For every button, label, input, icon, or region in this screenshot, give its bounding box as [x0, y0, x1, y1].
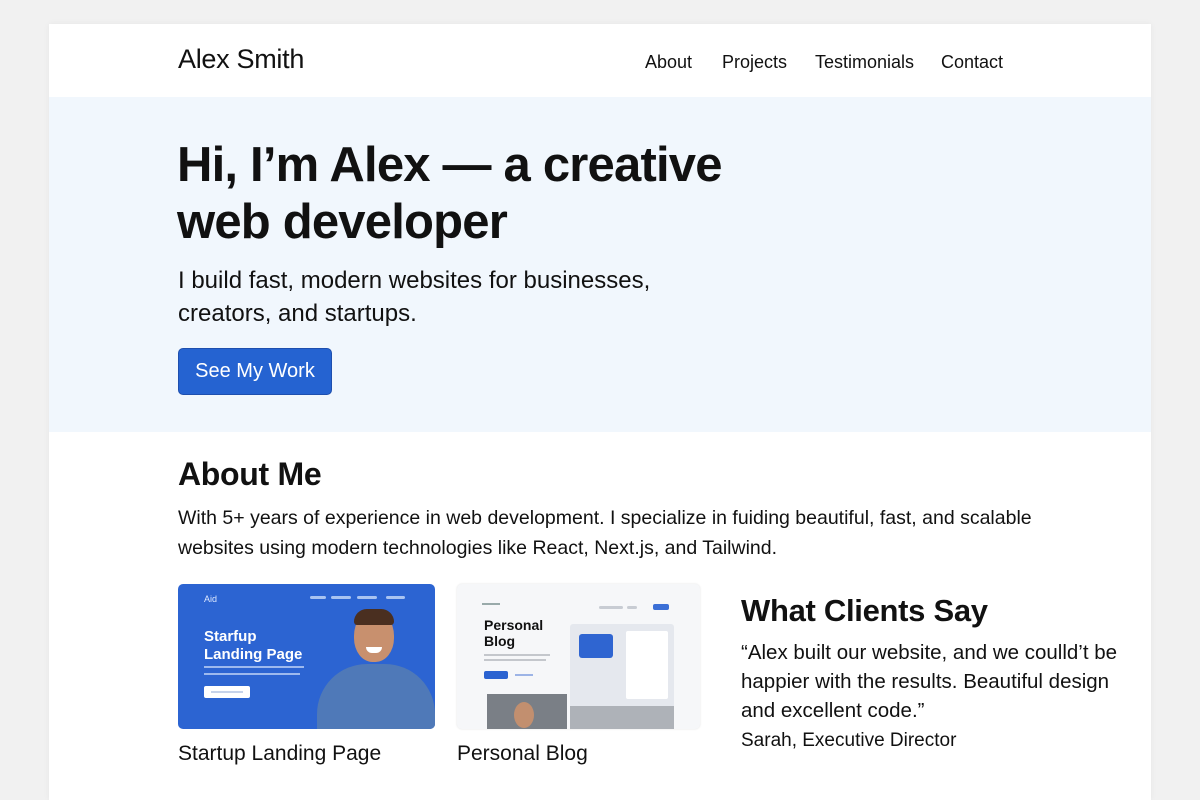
thumbnail-photo-face — [514, 702, 534, 728]
hero-subtitle: I build fast, modern websites for busine… — [178, 267, 651, 327]
thumbnail-nav-button — [653, 604, 669, 610]
hero-section: Hi, I’m Alex — a creative web developer … — [49, 97, 1151, 432]
thumbnail-title: Starfup Landing Page — [204, 628, 303, 663]
project-caption-blog[interactable]: Personal Blog — [457, 742, 588, 766]
person-hair — [354, 609, 394, 625]
person-image — [317, 664, 435, 729]
thumbnail-nav-item — [386, 596, 405, 599]
thumbnail-nav-item — [599, 606, 623, 609]
thumbnail-text-line — [204, 673, 300, 675]
testimonial-quote: “Alex built our website, and we coulld’t… — [741, 641, 1118, 722]
about-text: With 5+ years of experience in web devel… — [178, 507, 1032, 559]
thumbnail-text-line — [484, 654, 550, 656]
testimonials-title: What Clients Say — [741, 593, 988, 628]
thumbnail-photo — [570, 706, 674, 729]
project-caption-startup[interactable]: Startup Landing Page — [178, 742, 381, 766]
nav-link-contact[interactable]: Contact — [941, 52, 1003, 73]
thumbnail-logo — [482, 603, 500, 605]
thumbnail-form — [626, 631, 668, 699]
page: Alex Smith About Projects Testimonials C… — [49, 24, 1151, 800]
project-thumbnail-blog[interactable]: Personal Blog — [457, 584, 700, 729]
nav-link-testimonials[interactable]: Testimonials — [815, 52, 914, 73]
thumbnail-logo: Aid — [204, 594, 218, 604]
thumbnail-text-line — [484, 659, 546, 661]
hero-title: Hi, I’m Alex — a creative web developer — [177, 138, 722, 249]
nav-link-about[interactable]: About — [645, 52, 692, 73]
thumbnail-nav-item — [331, 596, 351, 599]
thumbnail-nav-item — [310, 596, 326, 599]
site-logo[interactable]: Alex Smith — [178, 44, 304, 75]
project-thumbnail-startup[interactable]: Aid Starfup Landing Page — [178, 584, 435, 729]
thumbnail-title: Personal Blog — [484, 617, 544, 649]
thumbnail-nav-item — [627, 606, 637, 609]
see-my-work-button[interactable]: See My Work — [178, 348, 332, 395]
thumbnail-graphic — [579, 634, 613, 658]
site-header: Alex Smith About Projects Testimonials C… — [49, 24, 1151, 97]
thumbnail-nav-item — [357, 596, 377, 599]
thumbnail-button — [204, 686, 250, 698]
thumbnail-text-line — [204, 666, 304, 668]
about-title: About Me — [178, 456, 322, 492]
thumbnail-link — [515, 674, 533, 676]
testimonial-author: Sarah, Executive Director — [741, 730, 957, 751]
nav-link-projects[interactable]: Projects — [722, 52, 787, 73]
thumbnail-button — [484, 671, 508, 679]
